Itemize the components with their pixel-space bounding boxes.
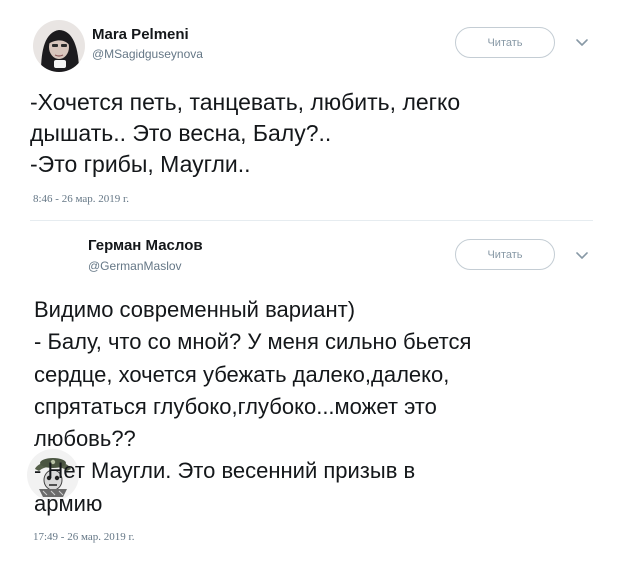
user-handle[interactable]: @MSagidguseynova [92,47,203,61]
avatar[interactable] [33,20,85,72]
display-name[interactable]: Mara Pelmeni [92,26,189,43]
tweet-text: -Хочется петь, танцевать, любить, легко … [30,89,461,177]
timestamp[interactable]: 17:49 - 26 мар. 2019 г. [33,531,135,543]
chevron-down-icon[interactable] [575,38,589,48]
tweet-text: Видимо современный вариант) - Балу, что … [34,297,472,516]
user-handle[interactable]: @GermanMaslov [88,259,182,273]
timestamp[interactable]: 8:46 - 26 мар. 2019 г. [33,193,129,205]
follow-button[interactable]: Читать [455,239,555,270]
chevron-down-icon[interactable] [575,251,589,261]
tweet-card: Mara Pelmeni @MSagidguseynova Читать -Хо… [0,0,623,220]
avatar-photo-icon [33,20,85,72]
display-name[interactable]: Герман Маслов [88,237,203,254]
tweet-card: Герман Маслов @GermanMaslov Читать Видим… [0,221,623,571]
follow-button[interactable]: Читать [455,27,555,58]
